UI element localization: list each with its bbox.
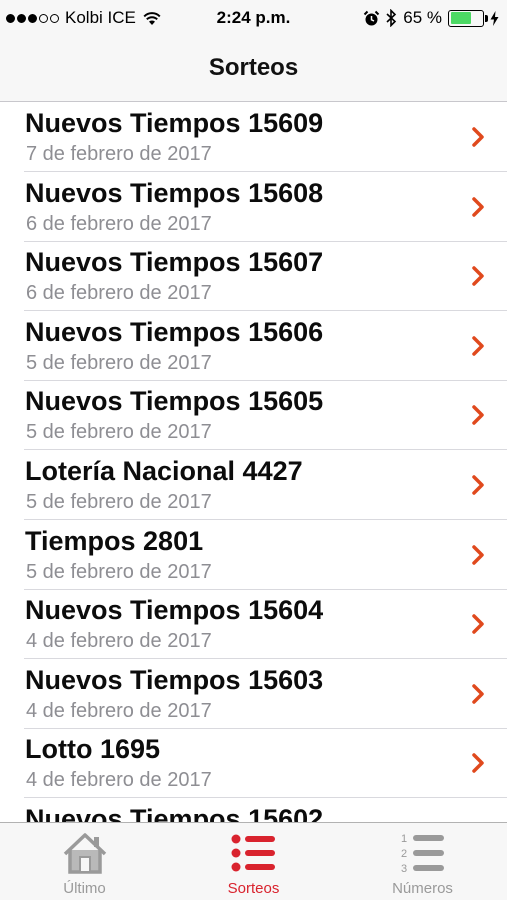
draw-date: 7 de febrero de 2017 bbox=[26, 143, 212, 165]
tab-label-ultimo: Último bbox=[63, 880, 106, 897]
list-item[interactable]: Nuevos Tiempos 15608 6 de febrero de 2017 bbox=[0, 172, 507, 242]
draw-title: Nuevos Tiempos 15604 bbox=[25, 595, 324, 626]
list-item[interactable]: Nuevos Tiempos 15605 5 de febrero de 2017 bbox=[0, 380, 507, 451]
draw-date: 5 de febrero de 2017 bbox=[26, 560, 212, 583]
draw-date: 6 de febrero de 2017 bbox=[26, 282, 212, 305]
tab-sorteos[interactable]: Sorteos bbox=[169, 823, 338, 900]
draw-date: 6 de febrero de 2017 bbox=[26, 212, 212, 235]
chevron-right-icon bbox=[472, 544, 484, 565]
draw-title: Nuevos Tiempos 15608 bbox=[25, 177, 324, 208]
list-item[interactable]: Lotería Nacional 4427 5 de febrero de 201… bbox=[0, 450, 507, 520]
tab-label-sorteos: Sorteos bbox=[227, 880, 280, 897]
chevron-right-icon bbox=[472, 196, 484, 217]
battery-icon bbox=[448, 9, 488, 27]
tab-ultimo[interactable]: Último bbox=[0, 823, 169, 900]
draw-title: Nuevos Tiempos 15605 bbox=[25, 386, 324, 417]
tab-numeros[interactable]: 1 2 3 Números bbox=[338, 823, 507, 900]
draw-title: Tiempos 2801 bbox=[25, 525, 204, 556]
status-right: 65 % bbox=[363, 8, 499, 28]
list-item[interactable]: Nuevos Tiempos 15607 6 de febrero de 2017 bbox=[0, 241, 507, 312]
battery-fill bbox=[450, 12, 471, 24]
chevron-right-icon bbox=[472, 684, 484, 704]
list-item[interactable]: Nuevos Tiempos 15603 4 de febrero de 2017 bbox=[0, 659, 507, 729]
chevron-right-icon bbox=[472, 614, 484, 634]
chevron-right-icon bbox=[472, 475, 484, 495]
draw-date: 4 de febrero de 2017 bbox=[26, 699, 212, 722]
page-title: Sorteos bbox=[208, 54, 299, 81]
svg-text:2: 2 bbox=[401, 848, 407, 860]
chevron-right-icon bbox=[472, 266, 484, 286]
screen: Kolbi ICE 2:24 p.m. 65 % Sorteos Nuevos … bbox=[0, 0, 507, 900]
draw-title: Nuevos Tiempos 15607 bbox=[25, 247, 324, 278]
tab-bar: Último Sorteos 1 2 3 Números bbox=[0, 822, 507, 900]
chevron-right-icon bbox=[472, 405, 484, 426]
list-item[interactable]: Nuevos Tiempos 15604 4 de febrero de 2017 bbox=[0, 589, 507, 660]
draw-date: 5 de febrero de 2017 bbox=[26, 351, 212, 374]
draw-title: Lotería Nacional 4427 bbox=[25, 456, 303, 486]
home-icon bbox=[63, 833, 106, 874]
svg-text:3: 3 bbox=[401, 863, 407, 875]
svg-text:1: 1 bbox=[401, 833, 407, 845]
draw-date: 5 de febrero de 2017 bbox=[26, 421, 212, 444]
numbered-list-icon: 1 2 3 bbox=[401, 833, 444, 875]
list-item[interactable]: Nuevos Tiempos 15609 7 de febrero de 2017 bbox=[0, 102, 507, 172]
draw-date: 5 de febrero de 2017 bbox=[26, 491, 212, 513]
draw-title: Nuevos Tiempos 15602 bbox=[25, 804, 324, 822]
draw-title: Lotto 1695 bbox=[25, 734, 161, 765]
charging-bolt-icon bbox=[490, 10, 499, 26]
tab-label-numeros: Números bbox=[392, 880, 453, 897]
list-item[interactable]: Lotto 1695 4 de febrero de 2017 bbox=[0, 728, 507, 799]
draw-list[interactable]: Nuevos Tiempos 15609 7 de febrero de 2017… bbox=[0, 102, 507, 822]
list-icon bbox=[231, 834, 275, 872]
status-bar: Kolbi ICE 2:24 p.m. 65 % bbox=[0, 0, 507, 36]
navigation-bar: Sorteos bbox=[0, 36, 507, 102]
chevron-right-icon bbox=[472, 753, 484, 774]
list-item[interactable]: Tiempos 2801 5 de febrero de 2017 bbox=[0, 520, 507, 590]
draw-title: Nuevos Tiempos 15606 bbox=[25, 316, 324, 347]
battery-percent: 65 % bbox=[403, 8, 442, 27]
draw-title: Nuevos Tiempos 15603 bbox=[25, 664, 324, 695]
chevron-right-icon bbox=[472, 127, 484, 147]
draw-date: 4 de febrero de 2017 bbox=[26, 630, 212, 653]
draw-date: 4 de febrero de 2017 bbox=[26, 769, 212, 792]
bluetooth-icon bbox=[386, 9, 397, 27]
draw-title: Nuevos Tiempos 15609 bbox=[25, 108, 324, 138]
chevron-right-icon bbox=[472, 336, 484, 356]
list-item[interactable]: Nuevos Tiempos 15606 5 de febrero de 2017 bbox=[0, 311, 507, 381]
list-item[interactable]: Nuevos Tiempos 15602 bbox=[0, 798, 507, 822]
alarm-icon bbox=[364, 10, 380, 25]
